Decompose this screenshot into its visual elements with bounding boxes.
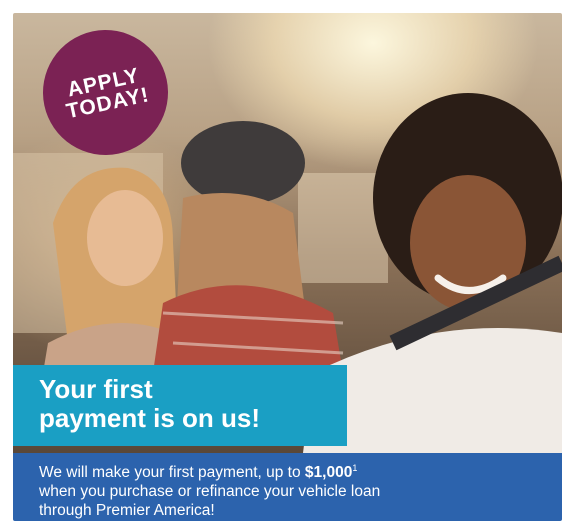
headline-banner: Your first payment is on us! [13,365,347,446]
offer-description: We will make your first payment, up to $… [13,453,562,521]
offer-line-2: when you purchase or refinance your vehi… [39,483,381,500]
offer-amount: $1,000 [304,464,353,481]
offer-line-3: through Premier America! [39,502,215,519]
offer-text-1: We will make your first payment, up to [39,464,305,481]
headline-line-1: Your first [39,374,153,404]
footnote-marker: 1 [352,463,358,473]
offer-line-1: We will make your first payment, up to $… [39,459,562,482]
promo-card[interactable]: APPLY TODAY! Your first payment is on us… [13,13,562,521]
headline-line-2: payment is on us! [39,403,261,433]
